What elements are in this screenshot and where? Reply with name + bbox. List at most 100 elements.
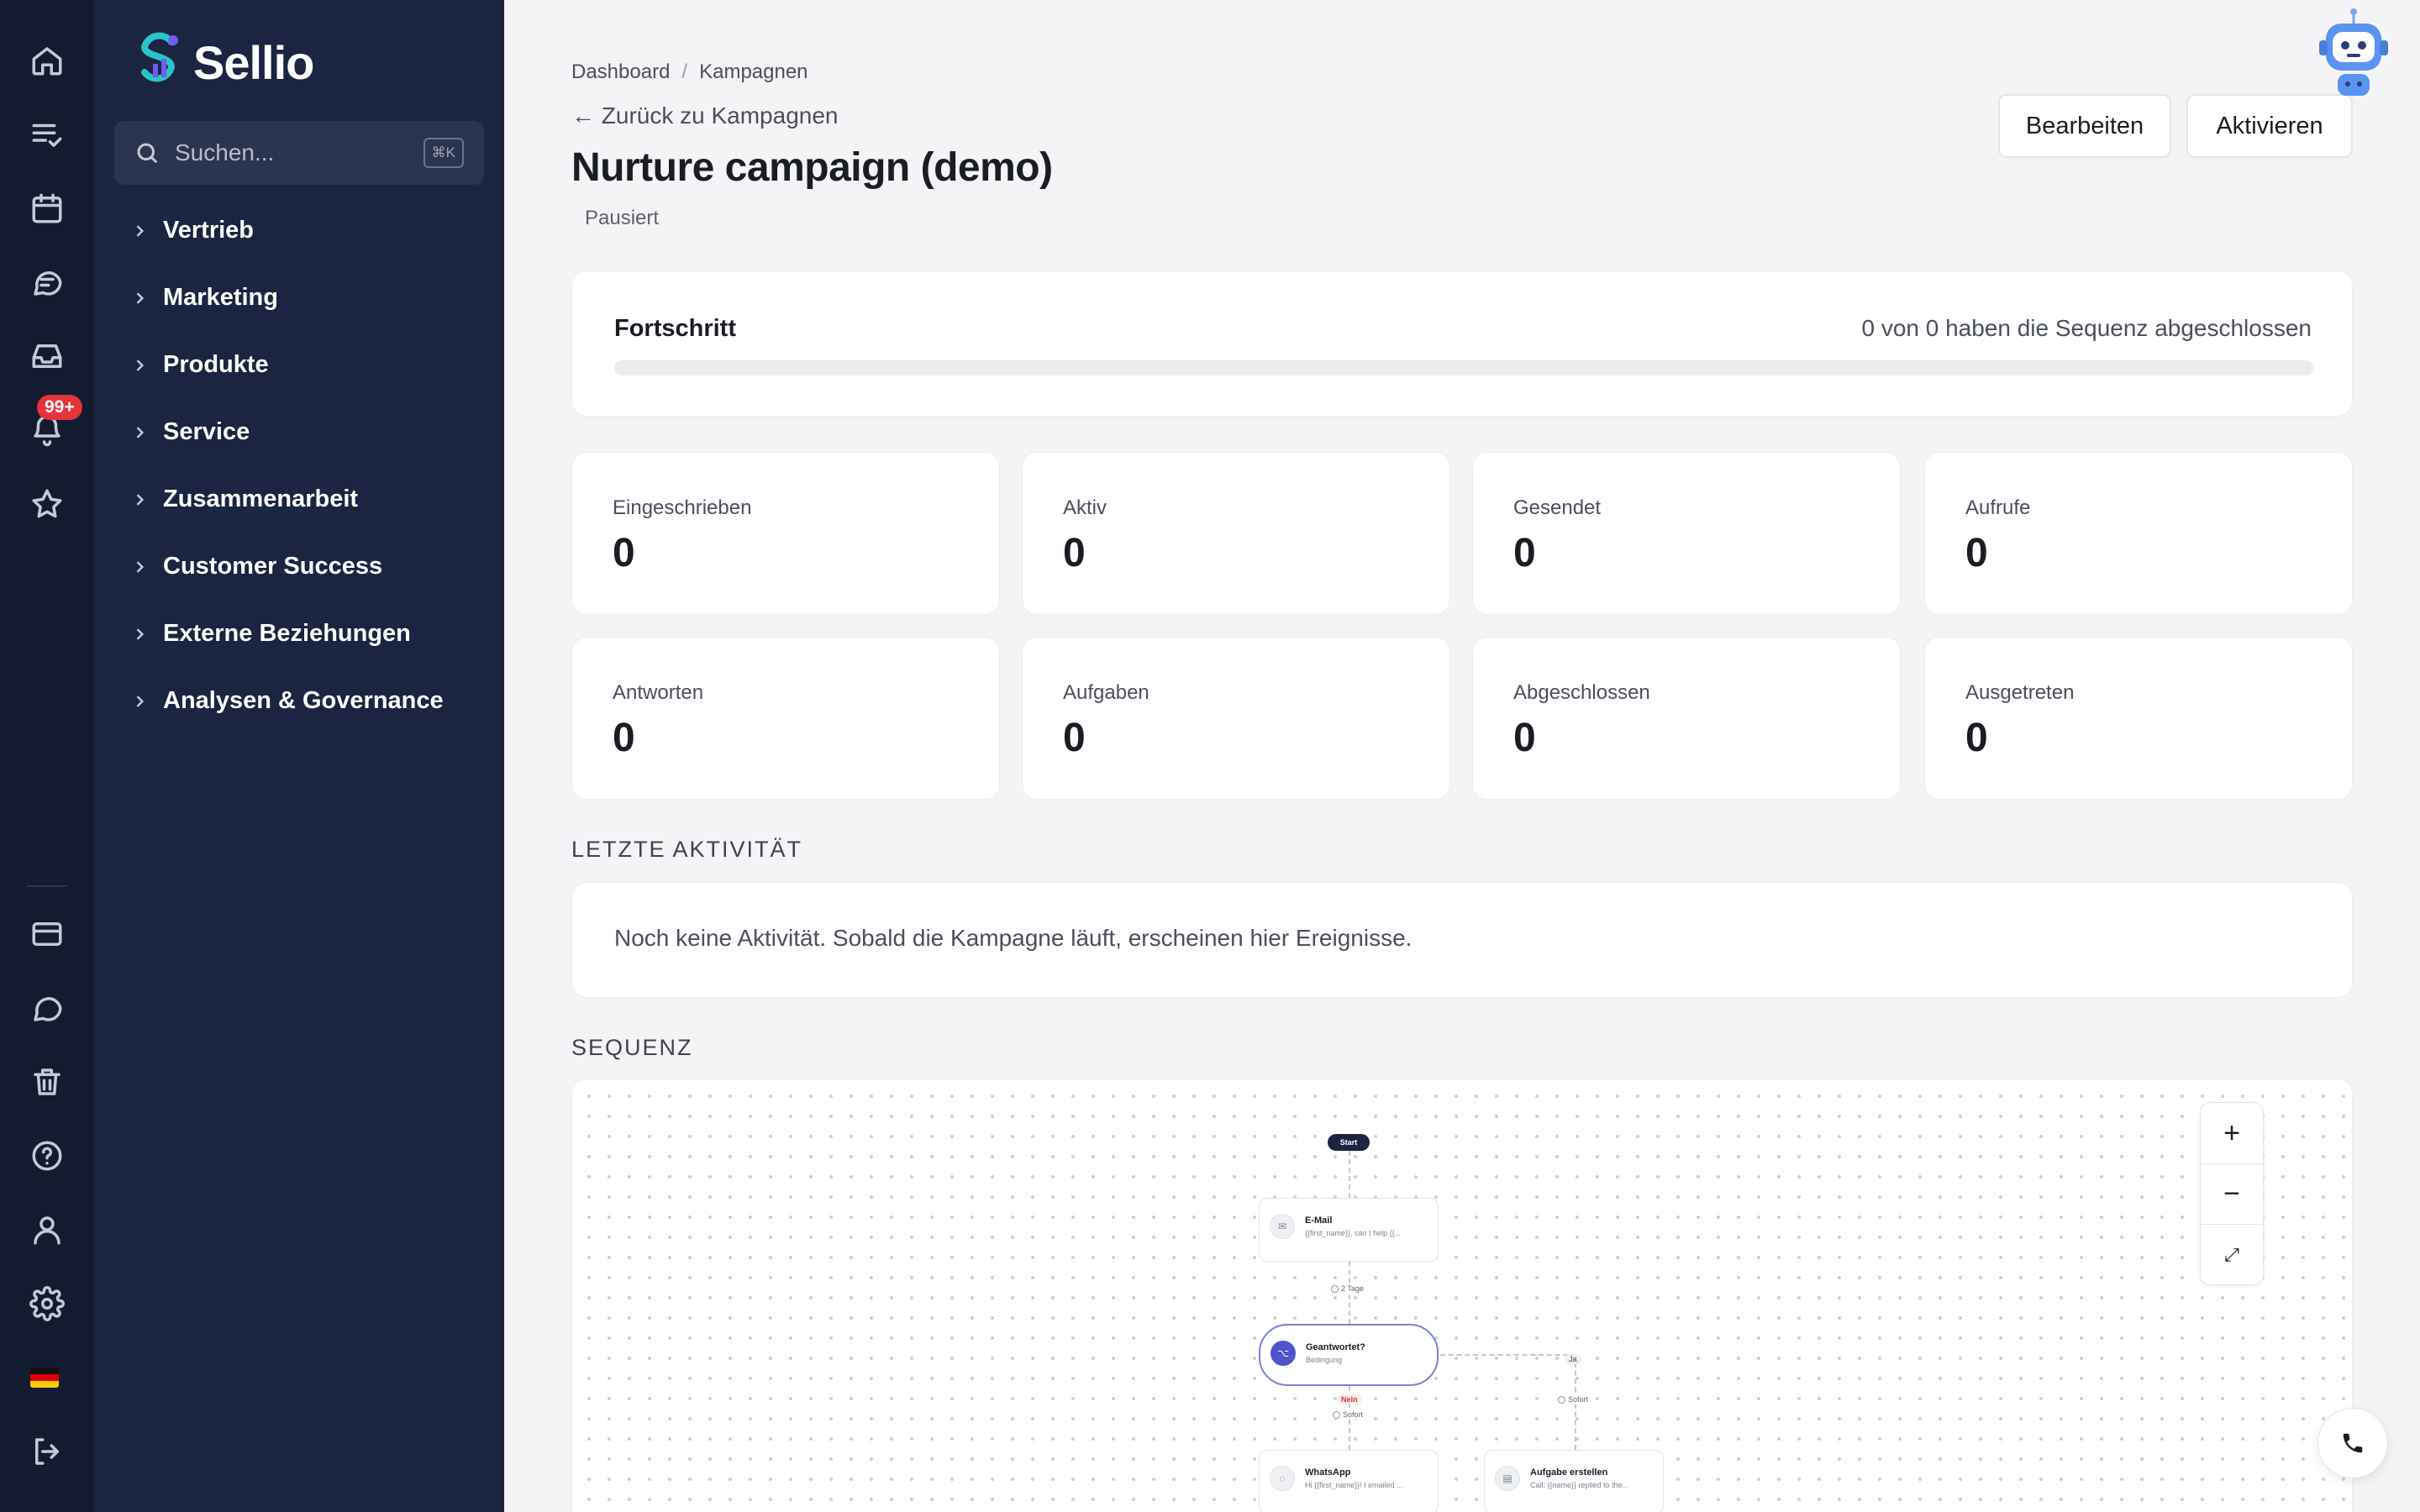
phone-button[interactable]: [2317, 1408, 2388, 1478]
flow-node-condition[interactable]: ⌥ Geantwortet? Bedingung: [1259, 1324, 1439, 1386]
sidebar: Sellio Suchen... ⌘K Vertrieb Marketing P…: [94, 0, 504, 1512]
fit-view-button[interactable]: ⤢: [2201, 1224, 2263, 1284]
edit-button[interactable]: Bearbeiten: [1998, 94, 2171, 158]
message-icon[interactable]: [25, 986, 69, 1030]
help-icon[interactable]: [25, 1134, 69, 1178]
flag-de-icon[interactable]: [30, 1368, 59, 1388]
stat-card-aktiv: Aktiv 0: [1022, 452, 1450, 615]
sidebar-item-label: Externe Beziehungen: [163, 620, 411, 647]
clock-icon: [1333, 1410, 1340, 1419]
chevron-right-icon: [136, 493, 145, 506]
chevron-right-icon: [136, 291, 145, 304]
sidebar-item-vertrieb[interactable]: Vertrieb: [131, 217, 254, 244]
sidebar-item-analysen-governance[interactable]: Analysen & Governance: [131, 687, 444, 715]
stat-label: Ausgetreten: [1965, 681, 2075, 704]
stat-value: 0: [1965, 531, 1988, 575]
stat-card-abgeschlossen: Abgeschlossen 0: [1472, 637, 1901, 800]
chat-icon[interactable]: [25, 260, 69, 304]
progress-label: Fortschritt: [614, 315, 736, 342]
stat-label: Gesendet: [1513, 496, 1602, 519]
zoom-out-button[interactable]: −: [2201, 1163, 2263, 1224]
tasks-icon[interactable]: [25, 113, 69, 156]
progress-card: Fortschritt 0 von 0 haben die Sequenz ab…: [571, 270, 2353, 417]
logout-icon[interactable]: [25, 1430, 69, 1473]
condition-icon: ⌥: [1270, 1341, 1296, 1366]
breadcrumb-dashboard[interactable]: Dashboard: [571, 60, 670, 84]
page-title: Nurture campaign (demo): [571, 145, 1053, 190]
breadcrumb: Dashboard / Kampagnen: [571, 60, 808, 84]
node-preview: Call: {{name}} replied to the...: [1530, 1481, 1629, 1489]
calendar-icon[interactable]: [25, 186, 69, 230]
logo[interactable]: Sellio: [131, 32, 314, 92]
chevron-right-icon: [136, 426, 145, 438]
task-icon: ▤: [1495, 1466, 1520, 1491]
zoom-controls: + − ⤢: [2200, 1102, 2264, 1285]
activity-empty-text: Noch keine Aktivität. Sobald die Kampagn…: [614, 925, 1413, 951]
wait-chip: 2 Tage: [1328, 1284, 1367, 1294]
stat-card-eingeschrieben: Eingeschrieben 0: [571, 452, 1000, 615]
inbox-icon[interactable]: [25, 334, 69, 378]
stat-label: Antworten: [613, 681, 704, 704]
zoom-in-button[interactable]: +: [2201, 1103, 2263, 1163]
node-title: Geantwortet?: [1306, 1342, 1365, 1352]
flow-edge: [1349, 1151, 1350, 1198]
sidebar-item-zusammenarbeit[interactable]: Zusammenarbeit: [131, 486, 358, 513]
stat-label: Eingeschrieben: [613, 496, 752, 519]
back-link[interactable]: ← Zurück zu Kampagnen: [571, 102, 839, 129]
stat-label: Aktiv: [1063, 496, 1107, 519]
activate-button[interactable]: Aktivieren: [2186, 94, 2353, 158]
node-title: WhatsApp: [1305, 1467, 1351, 1478]
breadcrumb-kampagnen[interactable]: Kampagnen: [699, 60, 808, 84]
sidebar-item-externe-beziehungen[interactable]: Externe Beziehungen: [131, 620, 411, 648]
home-icon[interactable]: [25, 39, 69, 82]
star-icon[interactable]: [25, 482, 69, 526]
flow-node-task[interactable]: ▤ Aufgabe erstellen Call: {{name}} repli…: [1484, 1450, 1664, 1512]
stat-value: 0: [613, 716, 635, 760]
stat-value: 0: [613, 531, 635, 575]
search-input[interactable]: Suchen... ⌘K: [114, 121, 484, 185]
trash-icon[interactable]: [25, 1060, 69, 1104]
stat-value: 0: [1063, 716, 1086, 760]
delay-label: Sofort: [1343, 1410, 1364, 1419]
card-icon[interactable]: [25, 912, 69, 956]
notification-badge: 99+: [37, 395, 82, 420]
node-preview: {{first_name}}, can I help {{...: [1305, 1229, 1402, 1237]
activity-section-title: LETZTE AKTIVITÄT: [571, 837, 803, 862]
chevron-right-icon: [136, 695, 145, 707]
clock-icon: [1558, 1395, 1565, 1404]
user-icon[interactable]: [25, 1208, 69, 1252]
stat-value: 0: [1965, 716, 1988, 760]
search-icon: [137, 143, 158, 164]
phone-icon: [2343, 1433, 2363, 1453]
stat-card-aufgaben: Aufgaben 0: [1022, 637, 1450, 800]
no-delay-chip: Sofort: [1329, 1410, 1367, 1420]
robot-icon[interactable]: [2316, 7, 2391, 99]
yes-delay-chip: Sofort: [1555, 1394, 1592, 1404]
chevron-right-icon: [136, 224, 145, 237]
sidebar-item-label: Vertrieb: [163, 217, 254, 244]
branch-yes-label: Ja: [1565, 1354, 1581, 1364]
search-placeholder: Suchen...: [175, 139, 275, 165]
stat-label: Aufgaben: [1063, 681, 1150, 704]
sidebar-item-label: Analysen & Governance: [163, 687, 444, 714]
sidebar-item-produkte[interactable]: Produkte: [131, 351, 269, 379]
sidebar-item-label: Marketing: [163, 284, 278, 311]
flow-start-node[interactable]: Start: [1328, 1134, 1370, 1151]
sidebar-item-customer-success[interactable]: Customer Success: [131, 553, 382, 580]
app-name: Sellio: [193, 35, 314, 89]
sidebar-item-marketing[interactable]: Marketing: [131, 284, 278, 312]
flow-node-email[interactable]: ✉ E-Mail {{first_name}}, can I help {{..…: [1259, 1198, 1439, 1262]
node-subtitle: Bedingung: [1306, 1356, 1343, 1364]
sequence-canvas[interactable]: [571, 1079, 2353, 1512]
status-badge: Pausiert: [585, 207, 660, 229]
stat-value: 0: [1513, 531, 1536, 575]
sidebar-item-label: Produkte: [163, 351, 269, 378]
node-title: Aufgabe erstellen: [1530, 1467, 1608, 1478]
progress-bar: [614, 360, 2313, 375]
stat-card-antworten: Antworten 0: [571, 637, 1000, 800]
node-title: E-Mail: [1305, 1215, 1333, 1226]
delay-label: Sofort: [1568, 1395, 1589, 1404]
flow-node-whatsapp[interactable]: ◌ WhatsApp Hi {{first_name}}! I emailed …: [1259, 1450, 1439, 1512]
sidebar-item-service[interactable]: Service: [131, 418, 250, 446]
settings-icon[interactable]: [25, 1282, 69, 1326]
